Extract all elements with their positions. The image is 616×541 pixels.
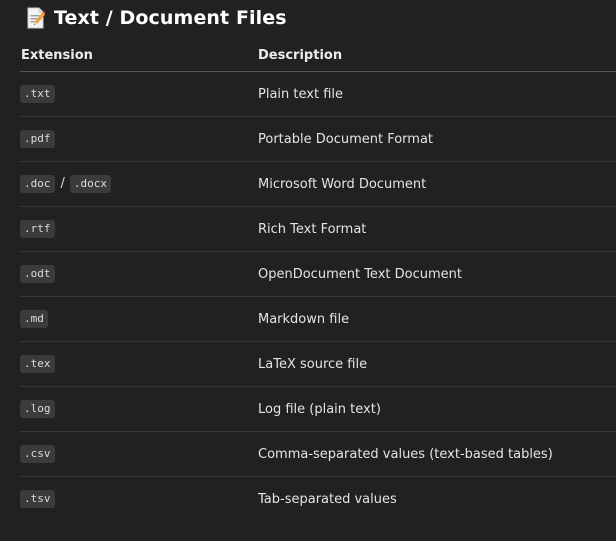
description-cell: Log file (plain text) <box>258 386 616 432</box>
table-row: .md Markdown file <box>20 296 616 342</box>
file-extensions-table: Extension Description .txt Plain text fi… <box>20 39 616 521</box>
extension-separator: / <box>60 176 65 191</box>
extension-code: .pdf <box>20 130 55 148</box>
extension-cell: .log <box>20 386 258 432</box>
table-row: .rtf Rich Text Format <box>20 206 616 252</box>
extension-cell: .csv <box>20 431 258 477</box>
extension-code: .odt <box>20 265 55 283</box>
description-cell: Markdown file <box>258 296 616 342</box>
extension-cell: .txt <box>20 71 258 117</box>
description-cell: Rich Text Format <box>258 206 616 252</box>
description-cell: OpenDocument Text Document <box>258 251 616 297</box>
extension-code: .tsv <box>20 490 55 508</box>
extension-code: .rtf <box>20 220 55 238</box>
extension-code: .csv <box>20 445 55 463</box>
description-cell: Portable Document Format <box>258 116 616 162</box>
extension-code: .docx <box>69 175 112 193</box>
extension-code: .md <box>20 310 48 328</box>
table-row: .tsv Tab-separated values <box>20 477 616 522</box>
extension-cell: .tsv <box>20 477 258 522</box>
section-heading: Text / Document Files <box>26 4 287 32</box>
extension-code: .log <box>20 400 55 418</box>
table-row: .doc / .docx Microsoft Word Document <box>20 161 616 207</box>
description-cell: Plain text file <box>258 71 616 117</box>
table-row: .csv Comma-separated values (text-based … <box>20 431 616 477</box>
table-row: .tex LaTeX source file <box>20 341 616 387</box>
extension-code: .doc <box>20 175 55 193</box>
description-cell: Comma-separated values (text-based table… <box>258 431 616 477</box>
description-cell: LaTeX source file <box>258 341 616 387</box>
column-header-extension: Extension <box>20 39 258 72</box>
extension-cell: .rtf <box>20 206 258 252</box>
table-row: .pdf Portable Document Format <box>20 116 616 162</box>
extension-cell: .pdf <box>20 116 258 162</box>
extension-cell: .odt <box>20 251 258 297</box>
column-header-description: Description <box>258 39 616 72</box>
table-row: .log Log file (plain text) <box>20 386 616 432</box>
memo-icon <box>27 7 45 29</box>
extension-cell: .tex <box>20 341 258 387</box>
extension-code: .txt <box>20 85 55 103</box>
extension-code: .tex <box>20 355 55 373</box>
table-row: .txt Plain text file <box>20 71 616 117</box>
extension-cell: .doc / .docx <box>20 161 258 207</box>
extension-cell: .md <box>20 296 258 342</box>
description-cell: Microsoft Word Document <box>258 161 616 207</box>
table-header-row: Extension Description <box>20 39 616 72</box>
section-title: Text / Document Files <box>54 7 287 29</box>
table-row: .odt OpenDocument Text Document <box>20 251 616 297</box>
description-cell: Tab-separated values <box>258 491 397 507</box>
